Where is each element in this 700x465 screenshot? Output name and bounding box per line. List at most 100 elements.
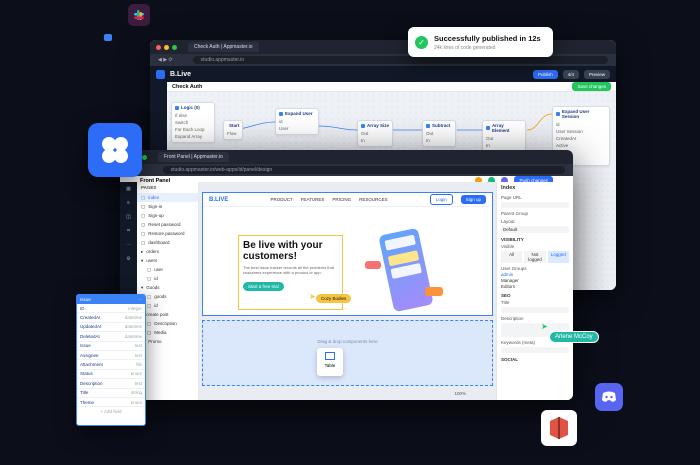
layout-select[interactable]: Default — [501, 226, 569, 233]
page-item[interactable]: ▢Promo — [137, 337, 198, 346]
components-icon[interactable]: ◫ — [120, 210, 137, 224]
nav-link[interactable]: FEATURES — [301, 197, 325, 202]
section-header[interactable]: SOCIAL — [501, 357, 569, 362]
page-item[interactable]: ▢ id — [137, 274, 198, 283]
array-size-node[interactable]: Array Size Out In — [357, 120, 393, 147]
page-item[interactable]: ▢ Sign-in — [137, 202, 198, 211]
pages-title: PAGES — [141, 185, 157, 190]
visibility-toggle[interactable]: All Not logged Logged — [501, 251, 569, 263]
field-row[interactable]: CreatedAt datetime — [77, 313, 145, 323]
expand-user-node[interactable]: Expand User id User — [275, 108, 319, 135]
hero-subtext: The best issue tracker records all the p… — [243, 265, 334, 275]
settings-icon[interactable]: ⚙ — [120, 252, 137, 266]
field-row[interactable]: DeletedAt datetime — [77, 332, 145, 342]
field-row[interactable]: Assignee text — [77, 351, 145, 361]
page-item[interactable]: ▢ dashboard — [137, 238, 198, 247]
page-item[interactable]: ▢ Sign-up — [137, 211, 198, 220]
section-header[interactable]: SEO — [501, 293, 569, 298]
page-item[interactable]: ▢ Restore password — [137, 229, 198, 238]
cursor-icon: ➤ — [541, 322, 548, 331]
brand-name: B.Live — [170, 70, 192, 78]
page-item[interactable]: ▢ user — [137, 265, 198, 274]
app-header: B.Live Publish 4/4 Preview — [150, 66, 616, 82]
field-label: Parent Group — [501, 211, 529, 216]
publish-toast: ✓ Successfully published in 12s 24k line… — [408, 27, 553, 57]
field-row[interactable]: Issue text — [77, 342, 145, 351]
field-row[interactable]: Title string — [77, 389, 145, 398]
table-component[interactable]: Table — [317, 348, 343, 376]
drop-zone[interactable]: Drag & drop components here Table — [202, 320, 493, 386]
chat-icon — [104, 34, 112, 41]
toast-subtitle: 24k lines of code generated — [434, 44, 496, 51]
page-item[interactable]: ▢ Description — [137, 319, 198, 328]
hero-headline: Be live with your customers! — [243, 240, 323, 262]
browser-chrome: Front Panel | Appmaster.io — [120, 150, 573, 164]
page-url-input[interactable] — [501, 202, 569, 208]
toast-title: Successfully published in 12s — [434, 33, 541, 43]
logic-node[interactable]: Logic (0) If else Switch For Each Loop Expa… — [171, 102, 215, 143]
collaborator-tag-cozy: Cozy Bodies — [316, 294, 352, 303]
properties-title: Index — [501, 185, 516, 191]
pages-panel: PAGES ▢ index ▢ Sign-in ▢ Sign-up ▢ Reset pa… — [137, 182, 199, 400]
more-icon[interactable]: ⋯ — [138, 297, 143, 303]
field-row[interactable]: Attachment file — [77, 360, 145, 370]
cta-button[interactable]: Start a free trial — [243, 282, 284, 291]
variables-icon[interactable]: ⋯ — [120, 238, 137, 252]
field-row[interactable]: Description text — [77, 379, 145, 389]
counter-badge: 4/4 — [562, 69, 579, 79]
address-bar[interactable]: ◀ ▶ ⟳studio.appmaster.io/web-apps/id/pan… — [120, 164, 573, 176]
title-input[interactable] — [501, 307, 569, 313]
subtract-node[interactable]: Subtract Out In — [422, 120, 456, 147]
aws-s3-icon — [541, 410, 577, 446]
pages-icon[interactable]: ▦ — [120, 182, 137, 196]
field-row[interactable]: ID integer — [77, 304, 145, 314]
keywords-input[interactable] — [501, 347, 569, 353]
page-item[interactable]: ▢ index — [137, 193, 198, 202]
nav-link[interactable]: RESOURCES — [359, 197, 388, 202]
field-label: Page URL — [501, 195, 522, 200]
browser-tab[interactable]: Front Panel | Appmaster.io — [158, 152, 229, 162]
zoom-level[interactable]: 100% — [454, 391, 466, 396]
folder-item[interactable]: ▾ users — [137, 256, 198, 265]
drop-zone-text: Drag & drop components here — [317, 339, 378, 344]
preview-button[interactable]: Preview — [583, 69, 610, 79]
signup-button[interactable]: Sign up — [460, 195, 487, 204]
group-checkbox[interactable]: Editors — [501, 284, 569, 289]
layers-icon[interactable]: ≡ — [120, 196, 137, 210]
login-button[interactable]: Login — [429, 194, 453, 205]
save-changes-button[interactable]: Save changes — [572, 82, 611, 91]
group-checkbox[interactable]: Manager — [501, 278, 569, 283]
array-element-node[interactable]: Array Element Out In — [482, 120, 526, 152]
discord-icon — [595, 383, 623, 411]
folder-item[interactable]: ▸ orders — [137, 247, 198, 256]
field-label: Title — [501, 300, 510, 305]
site-logo: B.LIVE — [209, 196, 229, 203]
group-checkbox[interactable]: admin — [501, 272, 569, 277]
chat-bubble-icon — [365, 261, 381, 269]
model-header: Issue ⋯ — [77, 295, 145, 304]
page-item[interactable]: ▢ Media — [137, 328, 198, 337]
add-field-button[interactable]: + Add field — [77, 409, 145, 414]
browser-tab[interactable]: Check Auth | Appmaster.io — [188, 42, 259, 52]
design-stage[interactable]: B.LIVE PRODUCT FEATURES PRICING RESOURCE… — [199, 182, 496, 400]
field-row[interactable]: Theme enum — [77, 398, 145, 408]
folder-item[interactable]: ▾ Goods — [137, 283, 198, 292]
page-item[interactable]: ▢ Reset password — [137, 220, 198, 229]
field-label: User Groups — [501, 266, 527, 271]
folder-item[interactable]: ▾create post — [137, 310, 198, 319]
web-designer-window: Front Panel | Appmaster.io ◀ ▶ ⟳studio.a… — [120, 150, 573, 400]
data-icon[interactable]: ⌗ — [120, 224, 137, 238]
issue-model-card[interactable]: Issue ⋯ ID integer CreatedAt datetime Updat… — [76, 294, 146, 426]
field-row[interactable]: Status enum — [77, 370, 145, 380]
page-item[interactable]: ▢ id — [137, 301, 198, 310]
publish-button[interactable]: Publish — [532, 69, 558, 79]
nav-link[interactable]: PRICING — [332, 197, 351, 202]
start-node[interactable]: Start Flow — [223, 120, 243, 140]
cursor-icon: ➤ — [309, 292, 316, 301]
field-row[interactable]: UpdatedAt datetime — [77, 323, 145, 333]
section-header[interactable]: VISIBILITY — [501, 237, 569, 242]
site-nav: B.LIVE PRODUCT FEATURES PRICING RESOURCE… — [203, 193, 492, 207]
nav-link[interactable]: PRODUCT — [270, 197, 292, 202]
slack-icon — [128, 4, 150, 26]
page-item[interactable]: ▢ goods — [137, 292, 198, 301]
